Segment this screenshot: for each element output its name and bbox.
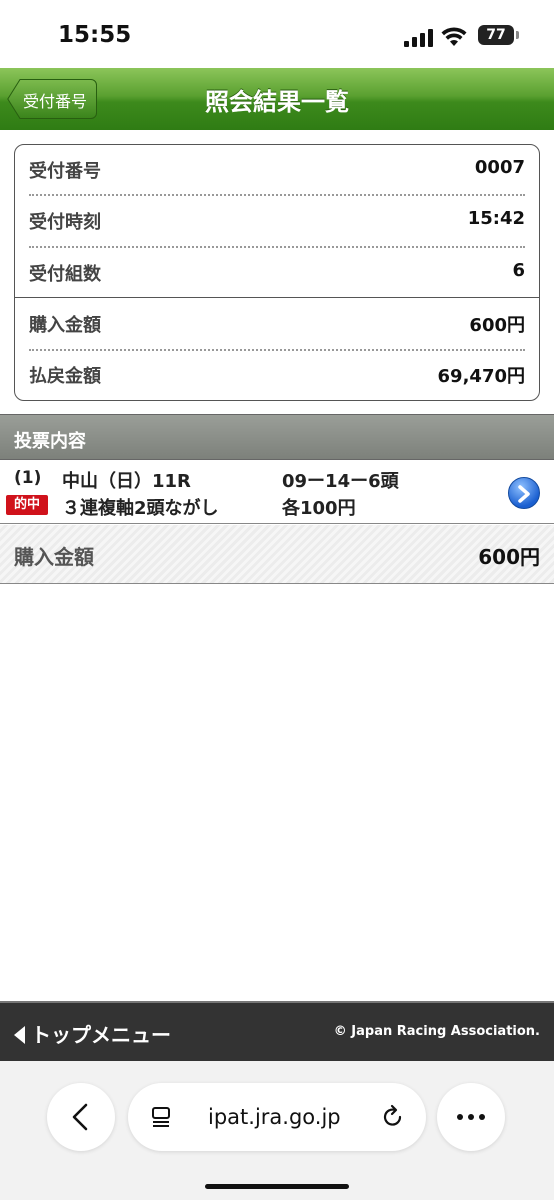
summary-value: 15:42 [467, 208, 525, 229]
page-menu-icon [152, 1107, 170, 1127]
summary-row-payout-amount: 払戻金額 69,470円 [29, 350, 525, 400]
summary-value: 0007 [474, 157, 525, 178]
bet-number: (1) [14, 468, 42, 488]
summary-row-receipt-sets: 受付組数 6 [29, 248, 525, 298]
address-bar[interactable]: ipat.jra.go.jp [128, 1083, 426, 1151]
bet-amount: 各100円 [282, 498, 356, 519]
browser-toolbar: ipat.jra.go.jp [0, 1061, 554, 1200]
browser-back-button[interactable] [47, 1083, 115, 1151]
battery-tip [516, 31, 519, 39]
top-menu-label: トップメニュー [31, 1023, 171, 1047]
url-text: ipat.jra.go.jp [208, 1105, 341, 1129]
summary-label: 払戻金額 [29, 366, 101, 387]
chevron-right-icon[interactable] [508, 477, 540, 509]
section-divider [15, 297, 539, 298]
total-row: 購入金額 600円 [0, 525, 554, 584]
total-value: 600円 [478, 545, 540, 569]
home-indicator [205, 1184, 349, 1189]
status-bar: 15:55 77 [0, 0, 554, 68]
summary-card: 受付番号 0007 受付時刻 15:42 受付組数 6 購入金額 600円 払戻… [14, 144, 540, 401]
cellular-signal-icon [404, 29, 434, 47]
status-time: 15:55 [58, 22, 132, 48]
bet-race: 中山（日）11R [62, 471, 191, 492]
summary-label: 受付番号 [29, 161, 101, 182]
copyright-text: © Japan Racing Association. [333, 1024, 540, 1039]
summary-value: 600円 [469, 315, 525, 336]
app-header: 受付番号 照会結果一覧 [0, 68, 554, 130]
wifi-icon [441, 27, 467, 46]
triangle-left-icon [14, 1026, 25, 1044]
summary-value: 69,470円 [437, 366, 525, 387]
summary-value: 6 [512, 260, 525, 281]
summary-row-receipt-number: 受付番号 0007 [29, 145, 525, 195]
chevron-left-icon [72, 1103, 88, 1131]
more-options-button[interactable] [437, 1083, 505, 1151]
footer-bar: トップメニュー © Japan Racing Association. [0, 1001, 554, 1061]
total-label: 購入金額 [14, 545, 94, 569]
page-title: 照会結果一覧 [205, 88, 349, 116]
bet-type: ３連複軸2頭ながし [62, 498, 219, 519]
summary-label: 購入金額 [29, 315, 101, 336]
summary-row-purchase-amount: 購入金額 600円 [29, 299, 525, 349]
summary-label: 受付時刻 [29, 212, 101, 233]
vote-section-header: 投票内容 [0, 414, 554, 460]
summary-row-receipt-time: 受付時刻 15:42 [29, 196, 525, 246]
vote-section-title: 投票内容 [14, 431, 86, 452]
summary-label: 受付組数 [29, 264, 101, 285]
reload-icon[interactable] [380, 1104, 406, 1130]
top-menu-link[interactable]: トップメニュー [14, 1019, 171, 1048]
bet-combination: 09ー14ー6頭 [282, 471, 399, 492]
more-icon [457, 1114, 485, 1120]
bet-list-item[interactable]: (1) 中山（日）11R 09ー14ー6頭 的中 ３連複軸2頭ながし 各100円 [0, 461, 554, 524]
battery-icon: 77 [478, 25, 514, 45]
hit-badge: 的中 [6, 495, 48, 515]
